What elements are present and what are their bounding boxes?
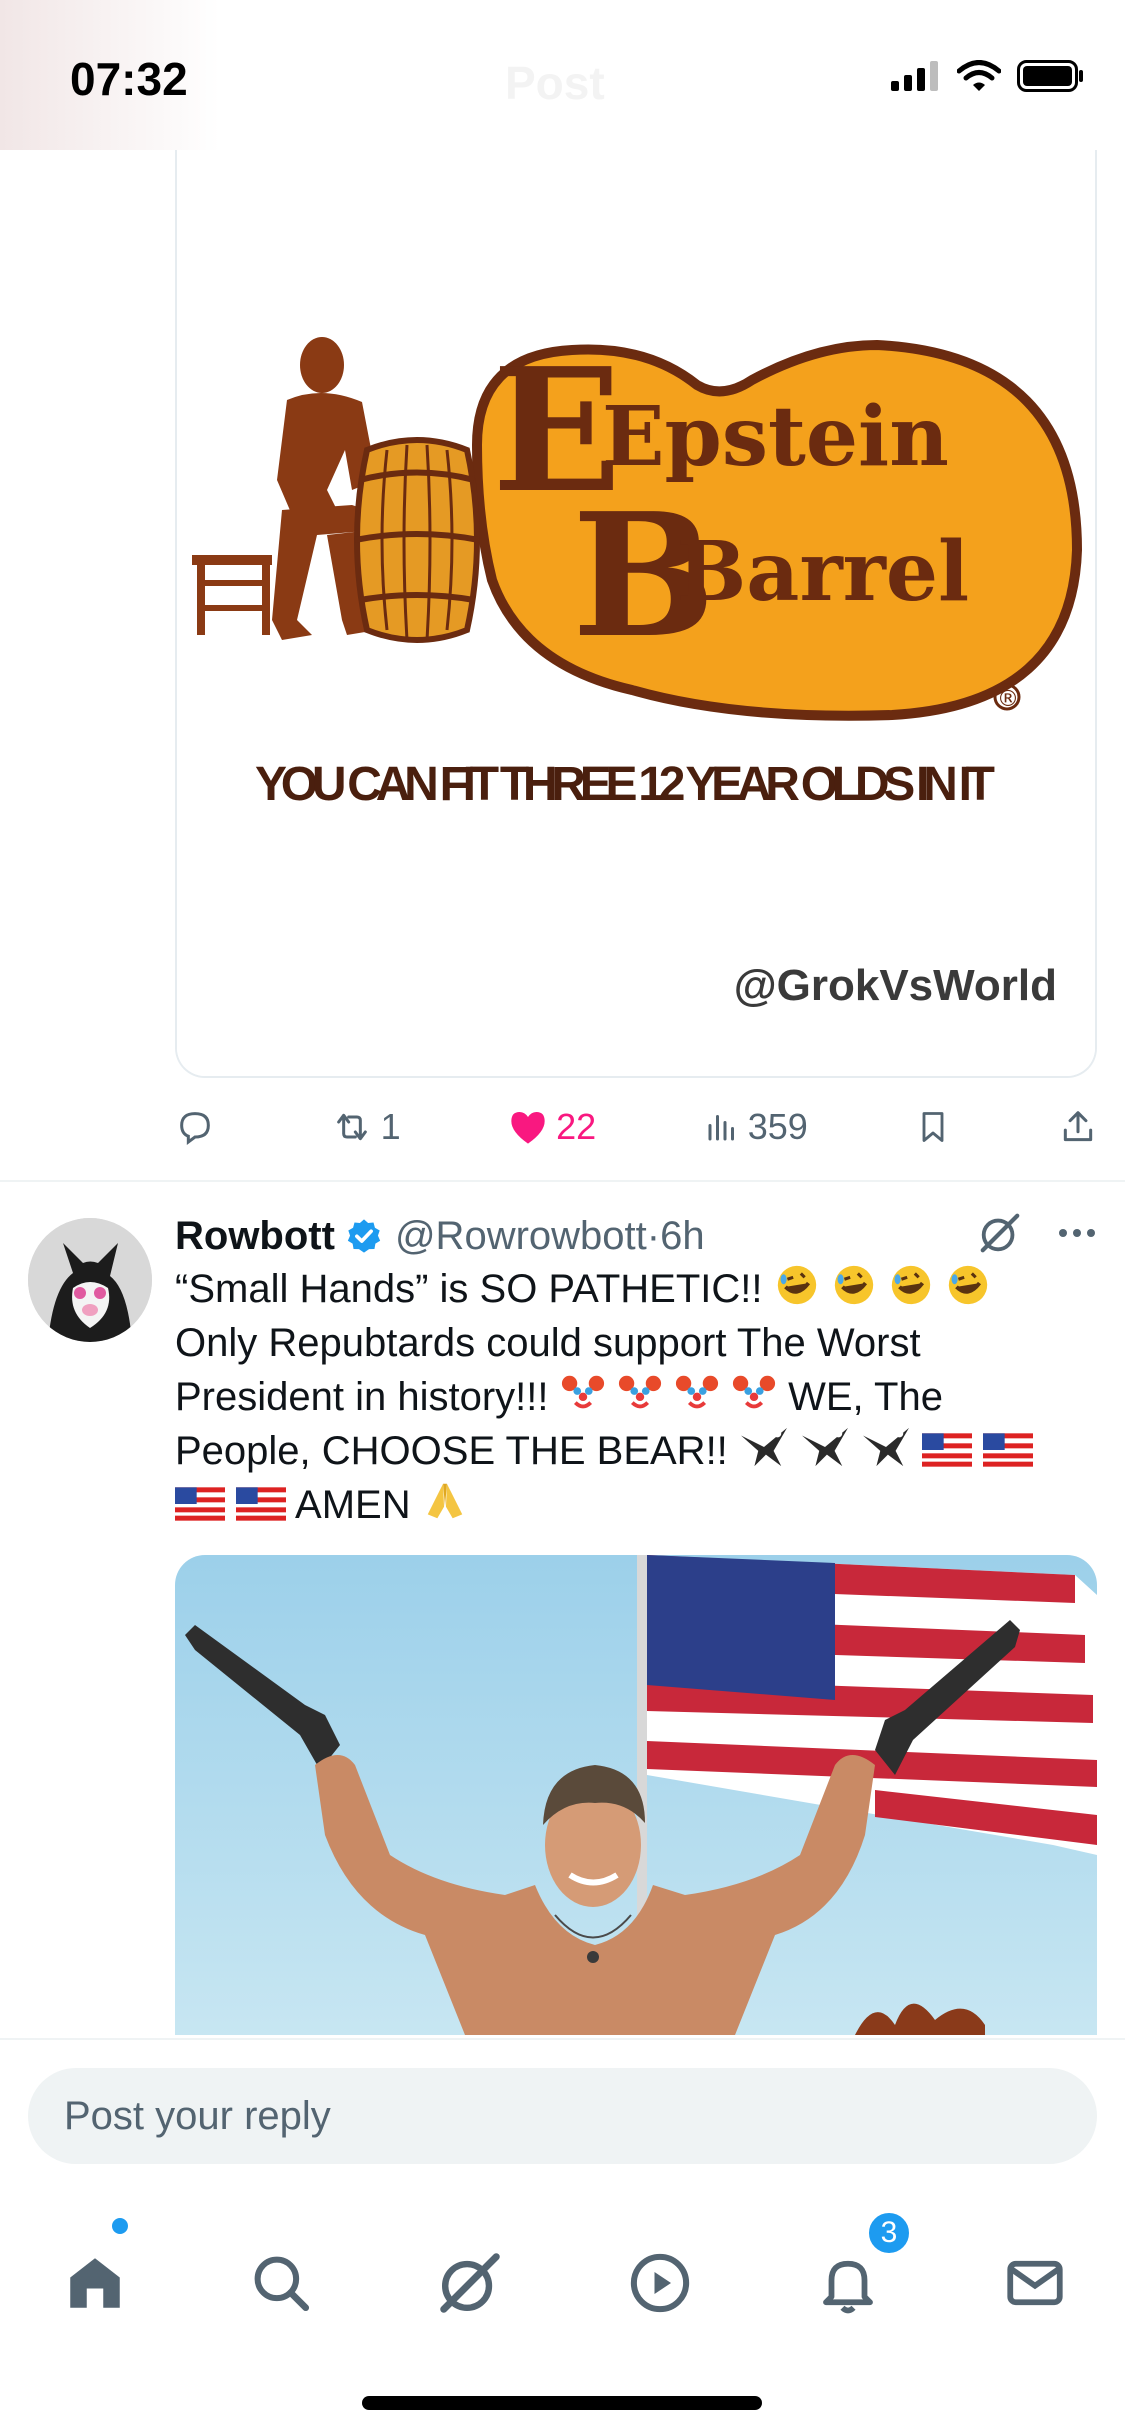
clown-emoji-group xyxy=(560,1375,789,1419)
registered-mark: ® xyxy=(997,687,1019,712)
post-time: 6h xyxy=(660,1213,705,1258)
tab-video[interactable] xyxy=(605,2228,715,2338)
tab-home[interactable] xyxy=(40,2228,150,2338)
us-flag-emoji-icon xyxy=(236,1487,287,1521)
tab-grok[interactable] xyxy=(415,2228,525,2338)
post-divider xyxy=(0,1180,1125,1182)
barrel-figure xyxy=(354,437,480,643)
logo-line2: Barrel xyxy=(677,524,969,620)
tab-search[interactable] xyxy=(226,2228,336,2338)
bookmark-button[interactable] xyxy=(915,1107,951,1147)
grok-tab-icon xyxy=(440,2253,500,2313)
more-icon[interactable] xyxy=(1057,1227,1097,1239)
meta-separator: · xyxy=(646,1213,661,1258)
avatar-cat-image xyxy=(28,1218,152,1342)
us-flag-emoji-icon xyxy=(175,1487,225,1521)
views-count: 359 xyxy=(747,1106,808,1147)
post-text-segment: AMEN xyxy=(295,1483,422,1527)
tab-messages[interactable] xyxy=(980,2228,1090,2338)
status-icons xyxy=(891,60,1085,92)
wifi-icon xyxy=(957,60,1001,91)
bottom-area: 3 xyxy=(0,2038,1125,2436)
repost-icon xyxy=(336,1113,367,1141)
post-photo-image xyxy=(175,1555,1097,2035)
rofl-emoji-icon xyxy=(891,1265,931,1305)
rofl-emoji-icon xyxy=(834,1265,873,1305)
rofl-emoji-icon xyxy=(948,1265,988,1305)
post-photo[interactable] xyxy=(175,1555,1097,2035)
us-flag-emoji-icon xyxy=(922,1433,973,1467)
quoted-post-image[interactable]: E B Epstein Barrel ® YOU CAN FIT THREE 1… xyxy=(175,150,1097,1078)
signal-icon xyxy=(891,61,938,91)
rofl-emoji-icon xyxy=(777,1265,816,1305)
like-count: 22 xyxy=(556,1106,597,1147)
post-text: “Small Hands” is SO PATHETIC!! Only Repu… xyxy=(175,1262,1075,1532)
reply-icon xyxy=(180,1112,210,1145)
home-icon xyxy=(70,2258,120,2308)
bookmark-icon xyxy=(922,1112,944,1142)
praying-hands-emoji-icon xyxy=(427,1483,462,1519)
verified-icon xyxy=(347,1219,381,1253)
like-icon xyxy=(511,1112,545,1144)
repost-count: 1 xyxy=(380,1106,401,1147)
views-button[interactable]: 359 xyxy=(704,1106,808,1148)
post1-action-bar: 1 22 359 xyxy=(175,1092,1097,1162)
clown-emoji-icon xyxy=(732,1375,776,1413)
share-button[interactable] xyxy=(1059,1107,1097,1147)
repost-button[interactable]: 1 xyxy=(331,1106,401,1148)
post-text-segment: “Small Hands” is SO PATHETIC!! xyxy=(175,1267,774,1311)
eagle-emoji-icon xyxy=(802,1427,849,1467)
bell-icon xyxy=(823,2260,873,2314)
parody-logo-image: E B Epstein Barrel ® YOU CAN FIT THREE 1… xyxy=(177,150,1095,1076)
like-button[interactable]: 22 xyxy=(508,1106,596,1148)
logo-line1: Epstein xyxy=(602,389,949,485)
reply-input[interactable] xyxy=(28,2068,1097,2164)
share-icon xyxy=(1063,1111,1093,1142)
mail-icon xyxy=(1007,2260,1063,2306)
play-icon xyxy=(630,2253,690,2313)
clown-emoji-icon xyxy=(561,1375,604,1413)
image-watermark: @GrokVsWorld xyxy=(734,961,1057,1010)
post-header-actions xyxy=(977,1210,1097,1256)
home-indicator[interactable] xyxy=(362,2396,762,2410)
us-flag-emoji-icon xyxy=(983,1433,1034,1467)
battery-icon xyxy=(1017,60,1083,92)
post-header: Rowbott @Rowrowbott · 6h xyxy=(175,1208,1097,1264)
logo-tagline: YOU CAN FIT THREE 12 YEAR OLDS IN IT xyxy=(255,758,995,811)
clown-emoji-icon xyxy=(675,1375,718,1413)
notifications-badge: 3 xyxy=(866,2210,912,2256)
views-icon xyxy=(708,1115,734,1141)
laughing-emoji-group xyxy=(774,1265,991,1311)
eagle-emoji-icon xyxy=(863,1427,910,1467)
author-avatar[interactable] xyxy=(28,1218,152,1342)
status-time: 07:32 xyxy=(70,53,188,105)
author-handle[interactable]: @Rowrowbott xyxy=(395,1214,647,1259)
header-title: Post xyxy=(505,57,605,109)
eagle-emoji-icon xyxy=(740,1427,787,1467)
status-bar: 07:32 Post xyxy=(0,0,1125,150)
clown-emoji-icon xyxy=(618,1375,661,1413)
author-name[interactable]: Rowbott xyxy=(175,1214,335,1259)
home-unread-dot xyxy=(112,2218,128,2234)
tab-bar xyxy=(0,2228,1125,2338)
grok-icon[interactable] xyxy=(977,1210,1023,1256)
reply-button[interactable] xyxy=(175,1107,223,1147)
search-icon xyxy=(254,2256,310,2312)
